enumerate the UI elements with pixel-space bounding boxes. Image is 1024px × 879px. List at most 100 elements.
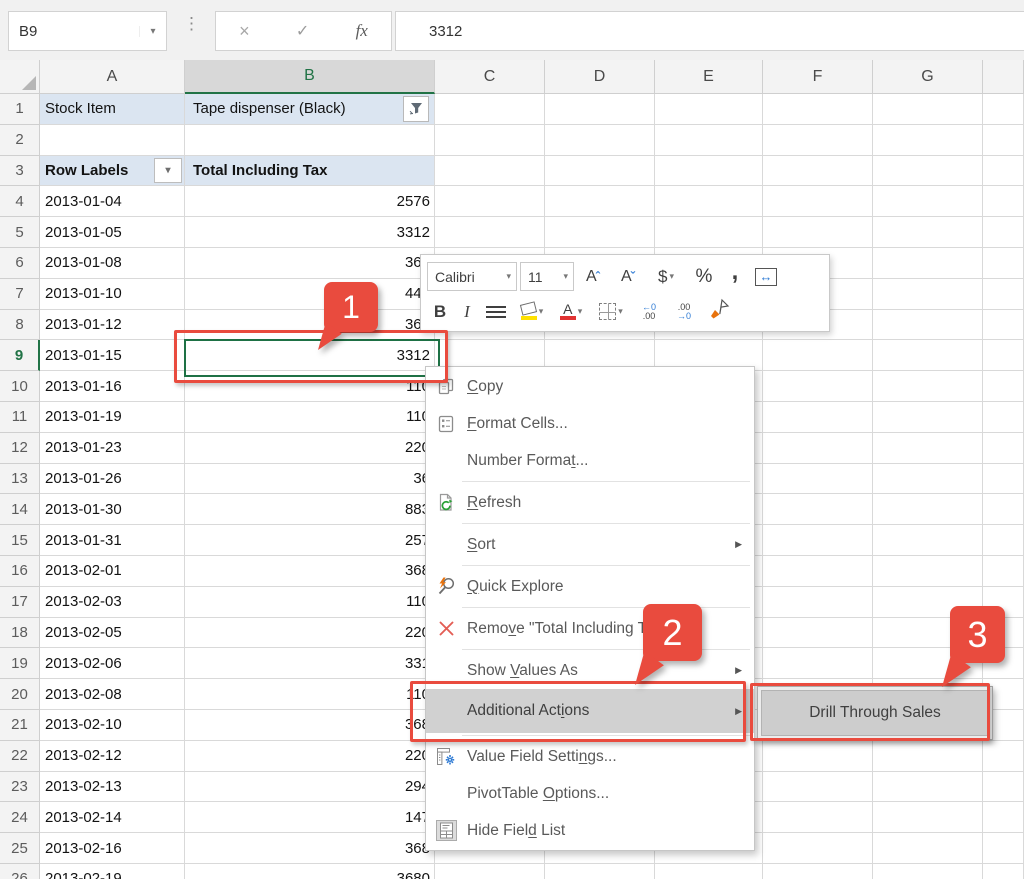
empty-cell[interactable]	[873, 248, 983, 279]
enter-icon[interactable]: ✓	[296, 21, 309, 41]
empty-cell[interactable]	[763, 402, 873, 433]
empty-cell[interactable]	[873, 802, 983, 834]
empty-cell[interactable]	[983, 248, 1024, 279]
menu-item-hide-field-list[interactable]: Hide Field List	[426, 812, 754, 849]
cell-a13[interactable]: 2013-01-26	[40, 463, 185, 495]
empty-cell[interactable]	[545, 217, 655, 248]
empty-cell[interactable]	[763, 371, 873, 402]
empty-cell[interactable]	[763, 94, 873, 125]
empty-cell[interactable]	[873, 556, 983, 587]
row-header-6[interactable]: 6	[0, 248, 40, 279]
cell-b14[interactable]: 883	[185, 494, 435, 526]
empty-cell[interactable]	[655, 124, 763, 156]
empty-cell[interactable]	[983, 340, 1024, 372]
cell-b15[interactable]: 257	[185, 525, 435, 556]
menu-item-number-format[interactable]: Number Format...	[426, 442, 754, 479]
empty-cell[interactable]	[763, 186, 873, 218]
empty-cell[interactable]	[435, 217, 545, 248]
empty-cell[interactable]	[983, 463, 1024, 495]
comma-style-button[interactable]: ,	[723, 259, 747, 291]
cell-b20[interactable]: 110	[185, 679, 435, 710]
cell-a9[interactable]: 2013-01-15	[40, 340, 185, 372]
cancel-icon[interactable]: ×	[239, 21, 250, 42]
empty-cell[interactable]	[983, 124, 1024, 156]
menu-item-refresh[interactable]: Refresh	[426, 484, 754, 521]
cell-a12[interactable]: 2013-01-23	[40, 432, 185, 464]
cell-b13[interactable]: 36	[185, 463, 435, 495]
autofit-width-button[interactable]: ↔	[750, 263, 782, 291]
row-header-11[interactable]: 11	[0, 402, 40, 433]
empty-cell[interactable]	[983, 371, 1024, 402]
cell-b24[interactable]: 147	[185, 802, 435, 834]
column-header-a[interactable]: A	[40, 60, 185, 94]
menu-item-remove-total-including-tax[interactable]: Remove "Total Including Tax"	[426, 610, 754, 647]
row-header-4[interactable]: 4	[0, 186, 40, 218]
cell-a8[interactable]: 2013-01-12	[40, 309, 185, 341]
cell-a22[interactable]: 2013-02-12	[40, 740, 185, 772]
font-color-button[interactable]: A ▾	[553, 298, 589, 326]
empty-cell[interactable]	[655, 94, 763, 125]
column-header-e[interactable]: E	[655, 60, 763, 94]
chevron-down-icon[interactable]: ▾	[539, 306, 544, 317]
italic-button[interactable]: I	[456, 298, 478, 326]
column-header-f[interactable]: F	[763, 60, 873, 94]
empty-cell[interactable]	[763, 340, 873, 372]
empty-cell[interactable]	[983, 94, 1024, 125]
empty-cell[interactable]	[763, 217, 873, 248]
empty-cell[interactable]	[763, 648, 873, 680]
border-style-button[interactable]: ▾	[592, 298, 630, 326]
bold-button[interactable]: B	[427, 298, 453, 326]
empty-cell[interactable]	[763, 494, 873, 526]
fill-color-button[interactable]: ▾	[514, 298, 550, 326]
empty-cell[interactable]	[545, 864, 655, 879]
empty-cell[interactable]	[983, 186, 1024, 218]
cell-b3[interactable]: Total Including Tax	[185, 155, 435, 187]
row-header-9[interactable]: 9	[0, 340, 40, 372]
accounting-format-button[interactable]: $ ▾	[647, 263, 685, 291]
cell-a26[interactable]: 2013-02-19	[40, 864, 185, 879]
column-header-d[interactable]: D	[545, 60, 655, 94]
cell-a6[interactable]: 2013-01-08	[40, 248, 185, 279]
cell-b6[interactable]: 368	[185, 248, 435, 279]
cell-a19[interactable]: 2013-02-06	[40, 648, 185, 680]
row-header-19[interactable]: 19	[0, 648, 40, 680]
cell-b19[interactable]: 331	[185, 648, 435, 680]
row-header-23[interactable]: 23	[0, 771, 40, 803]
row-header-2[interactable]: 2	[0, 124, 40, 156]
cell-a21[interactable]: 2013-02-10	[40, 710, 185, 741]
cell-a10[interactable]: 2013-01-16	[40, 371, 185, 402]
menu-item-value-field-settings[interactable]: Value Field Settings...	[426, 738, 754, 775]
empty-cell[interactable]	[873, 124, 983, 156]
empty-cell[interactable]	[983, 525, 1024, 556]
decrease-decimal-button[interactable]: ←0 .00	[633, 298, 665, 326]
cell-b7[interactable]: 441	[185, 278, 435, 310]
empty-cell[interactable]	[763, 740, 873, 772]
empty-cell[interactable]	[873, 525, 983, 556]
grow-font-button[interactable]: Aˆ	[577, 263, 609, 291]
menu-item-format-cells[interactable]: Format Cells...	[426, 405, 754, 442]
row-header-7[interactable]: 7	[0, 278, 40, 310]
empty-cell[interactable]	[873, 371, 983, 402]
empty-cell[interactable]	[655, 186, 763, 218]
empty-cell[interactable]	[873, 432, 983, 464]
row-header-3[interactable]: 3	[0, 155, 40, 187]
row-header-10[interactable]: 10	[0, 371, 40, 402]
name-box-dropdown-icon[interactable]: ▾	[139, 25, 166, 37]
cell-b5[interactable]: 3312	[185, 217, 435, 248]
empty-cell[interactable]	[435, 155, 545, 187]
cell-a5[interactable]: 2013-01-05	[40, 217, 185, 248]
name-box[interactable]: B9 ▾	[8, 11, 167, 51]
empty-cell[interactable]	[655, 217, 763, 248]
row-header-25[interactable]: 25	[0, 833, 40, 864]
chevron-down-icon[interactable]: ▾	[563, 271, 573, 282]
cell-b26[interactable]: 3680	[185, 864, 435, 879]
empty-cell[interactable]	[435, 864, 545, 879]
empty-cell[interactable]	[763, 802, 873, 834]
empty-cell[interactable]	[873, 155, 983, 187]
borders-lines-button[interactable]	[481, 298, 511, 326]
empty-cell[interactable]	[763, 833, 873, 864]
cell-a24[interactable]: 2013-02-14	[40, 802, 185, 834]
row-header-5[interactable]: 5	[0, 217, 40, 248]
cell-b2[interactable]	[185, 124, 435, 156]
cell-a1[interactable]: Stock Item	[40, 94, 185, 125]
